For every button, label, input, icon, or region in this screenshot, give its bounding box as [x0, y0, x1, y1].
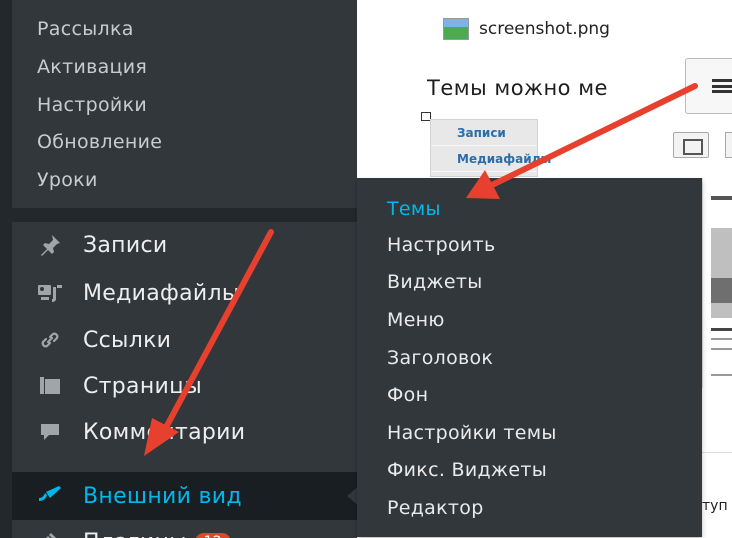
- divider: [702, 452, 732, 453]
- admin-sidebar: Рассылка Активация Настройки Обновление …: [0, 0, 359, 538]
- submenu-item-mailing[interactable]: Рассылка: [37, 18, 134, 40]
- admin-menu: Рассылка Активация Настройки Обновление …: [12, 0, 359, 538]
- menu-item-label: Медиафайлы: [83, 280, 240, 306]
- preview-image-shade: [711, 278, 732, 303]
- pin-icon: [37, 232, 63, 258]
- submenu-item-activation[interactable]: Активация: [37, 56, 147, 78]
- bottom-text-fragment: туп: [702, 498, 728, 514]
- submenu-menus[interactable]: Меню: [387, 309, 445, 331]
- menu-item-label: Страницы: [83, 373, 203, 399]
- menu-item-posts[interactable]: Записи: [37, 227, 167, 263]
- submenu-header[interactable]: Заголовок: [387, 347, 493, 369]
- theme-preview: [702, 178, 732, 388]
- submenu-item-lessons[interactable]: Уроки: [37, 169, 98, 191]
- submenu-editor[interactable]: Редактор: [387, 497, 484, 519]
- menu-separator: [12, 208, 357, 222]
- plugin-icon: [37, 529, 63, 538]
- submenu-background[interactable]: Фон: [387, 384, 428, 406]
- thumb-item-posts: Записи: [431, 120, 537, 146]
- caption-text: Темы можно ме: [427, 76, 608, 100]
- preview-text-line: [711, 328, 732, 331]
- menu-item-links[interactable]: Ссылки: [37, 322, 171, 358]
- preview-text-line: [711, 338, 732, 340]
- submenu-themes[interactable]: Темы: [387, 198, 441, 220]
- align-icon: [712, 79, 732, 93]
- pages-icon: [37, 373, 63, 399]
- submenu-customize[interactable]: Настроить: [387, 234, 495, 256]
- screenshot-thumbnail: Записи Медиафайлы: [430, 119, 551, 177]
- preview-text-line: [711, 348, 732, 350]
- submenu-fixed-widgets[interactable]: Фикс. Виджеты: [387, 459, 547, 481]
- layout-button-2[interactable]: [725, 132, 732, 158]
- comment-icon: [37, 419, 63, 445]
- image-file-icon: [443, 18, 469, 40]
- media-icon: [37, 280, 63, 306]
- attachment-row[interactable]: screenshot.png: [443, 18, 610, 40]
- link-icon: [37, 327, 63, 353]
- preview-header-text: [711, 196, 732, 200]
- menu-item-comments[interactable]: Комментарии: [37, 414, 245, 450]
- brush-icon: [37, 483, 63, 509]
- thumb-label: Записи: [457, 125, 506, 140]
- menu-item-label: Записи: [83, 232, 168, 258]
- menu-item-label: Плагины: [83, 530, 187, 538]
- menu-item-plugins[interactable]: Плагины 12: [37, 524, 231, 538]
- preview-image: [711, 228, 732, 318]
- submenu-item-settings[interactable]: Настройки: [37, 94, 147, 116]
- menu-item-pages[interactable]: Страницы: [37, 368, 202, 404]
- submenu-theme-settings[interactable]: Настройки темы: [387, 422, 557, 444]
- thumb-label: Медиафайлы: [457, 151, 552, 166]
- menu-item-label: Комментарии: [83, 419, 246, 445]
- submenu-widgets[interactable]: Виджеты: [387, 271, 483, 293]
- appearance-submenu: Темы Настроить Виджеты Меню Заголовок Фо…: [357, 178, 702, 537]
- update-count-badge: 12: [194, 533, 231, 538]
- menu-item-media[interactable]: Медиафайлы: [37, 275, 240, 311]
- layout-button[interactable]: [673, 132, 709, 158]
- menu-item-appearance[interactable]: Внешний вид: [12, 472, 359, 520]
- align-button[interactable]: [685, 58, 732, 114]
- menu-item-label: Ссылки: [83, 327, 172, 353]
- file-name: screenshot.png: [479, 19, 610, 39]
- preview-text-line: [711, 374, 732, 376]
- thumb-item-media: Медиафайлы: [431, 146, 551, 172]
- menu-item-appearance-row: Внешний вид: [37, 478, 242, 514]
- menu-item-label: Внешний вид: [83, 483, 242, 509]
- submenu-item-update[interactable]: Обновление: [37, 131, 162, 153]
